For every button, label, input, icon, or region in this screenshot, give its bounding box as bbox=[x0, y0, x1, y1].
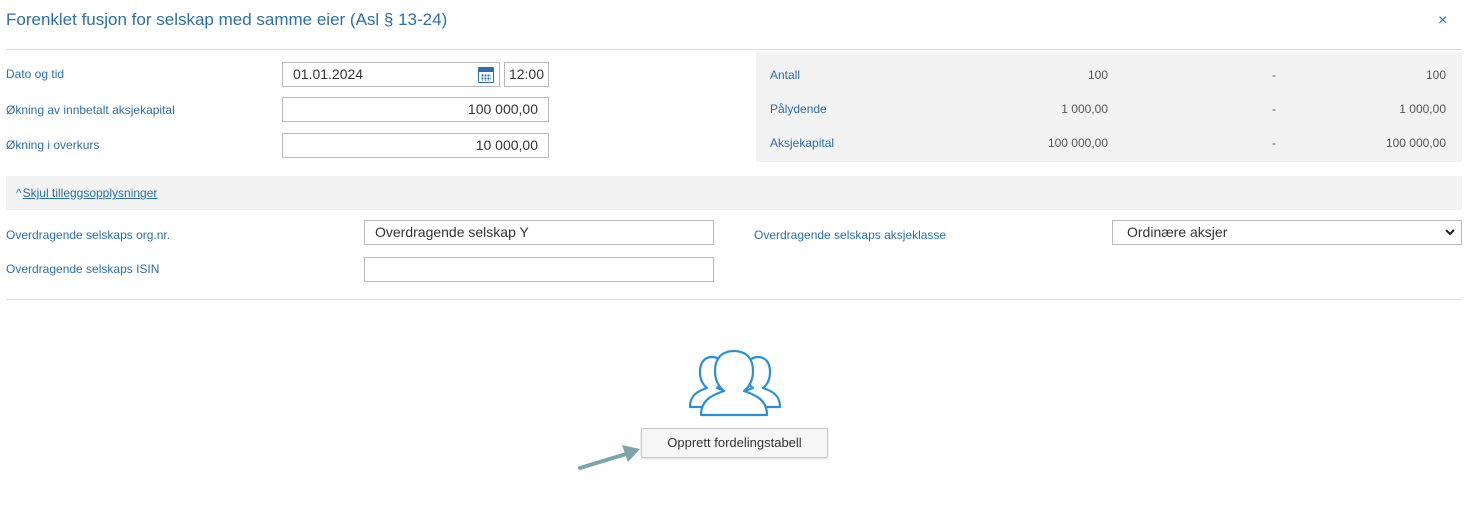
summary-from: 100 bbox=[1087, 68, 1108, 82]
summary-separator: - bbox=[1272, 68, 1276, 82]
org-nr-label: Overdragende selskaps org.nr. bbox=[6, 228, 171, 242]
date-time-label: Dato og tid bbox=[6, 67, 65, 81]
create-distribution-table-button[interactable]: Opprett fordelingstabell bbox=[641, 428, 828, 458]
premium-input[interactable]: 10 000,00 bbox=[282, 133, 549, 158]
org-nr-input[interactable]: Overdragende selskap Y bbox=[364, 220, 714, 245]
summary-row: Aksjekapital 100 000,00 - 100 000,00 bbox=[756, 136, 1462, 156]
summary-row: Antall 100 - 100 bbox=[756, 68, 1462, 88]
share-class-select[interactable]: Ordinære aksjer bbox=[1112, 220, 1462, 245]
arrow-pointer-icon bbox=[578, 445, 640, 470]
summary-label: Antall bbox=[770, 68, 801, 82]
summary-to: 100 000,00 bbox=[1385, 136, 1446, 150]
paid-in-capital-label: Økning av innbetalt aksjekapital bbox=[6, 103, 175, 117]
people-group-icon bbox=[688, 349, 782, 417]
summary-to: 100 bbox=[1425, 68, 1446, 82]
time-input[interactable]: 12:00 bbox=[504, 62, 549, 87]
paid-in-capital-input[interactable]: 100 000,00 bbox=[282, 97, 549, 122]
summary-to: 1 000,00 bbox=[1399, 102, 1446, 116]
dialog-title: Forenklet fusjon for selskap med samme e… bbox=[6, 10, 448, 29]
share-class-label: Overdragende selskaps aksjeklasse bbox=[754, 228, 947, 242]
time-value: 12:00 bbox=[508, 66, 545, 82]
isin-input[interactable] bbox=[364, 257, 714, 282]
additional-info-bar: ^Skjul tilleggsopplysninger bbox=[6, 176, 1462, 210]
hide-additional-info-link[interactable]: ^Skjul tilleggsopplysninger bbox=[16, 186, 157, 200]
paid-in-capital-value: 100 000,00 bbox=[467, 101, 538, 117]
header-divider bbox=[6, 49, 1462, 50]
date-value: 01.01.2024 bbox=[293, 66, 364, 82]
isin-label: Overdragende selskaps ISIN bbox=[6, 262, 160, 276]
date-input[interactable]: 01.01.2024 bbox=[282, 62, 500, 87]
summary-row: Pålydende 1 000,00 - 1 000,00 bbox=[756, 102, 1462, 122]
summary-from: 1 000,00 bbox=[1061, 102, 1108, 116]
org-nr-value: Overdragende selskap Y bbox=[375, 224, 529, 240]
premium-value: 10 000,00 bbox=[475, 137, 538, 153]
summary-separator: - bbox=[1272, 136, 1276, 150]
chevron-down-icon bbox=[1445, 229, 1455, 236]
summary-label: Aksjekapital bbox=[770, 136, 835, 150]
summary-panel: Antall 100 - 100 Pålydende 1 000,00 - 1 … bbox=[756, 52, 1462, 162]
hide-additional-info-label: Skjul tilleggsopplysninger bbox=[22, 186, 158, 200]
calendar-icon[interactable] bbox=[478, 67, 494, 83]
summary-separator: - bbox=[1272, 102, 1276, 116]
premium-label: Økning i overkurs bbox=[6, 138, 100, 152]
section-divider bbox=[6, 299, 1462, 300]
share-class-value: Ordinære aksjer bbox=[1127, 224, 1228, 240]
summary-label: Pålydende bbox=[770, 102, 827, 116]
summary-from: 100 000,00 bbox=[1047, 136, 1108, 150]
close-icon[interactable]: × bbox=[1438, 12, 1447, 30]
caret-up-icon: ^ bbox=[16, 186, 22, 200]
